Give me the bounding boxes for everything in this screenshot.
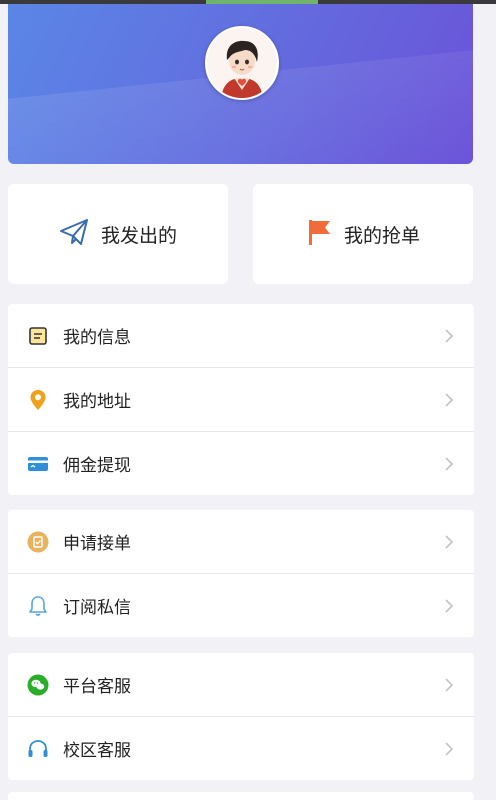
my-sent-label: 我发出的 (100, 224, 177, 247)
clipboard-check-icon (27, 531, 49, 553)
chevron-right-icon (445, 534, 454, 549)
chevron-right-icon (445, 456, 454, 471)
notepad-icon (27, 325, 49, 347)
menu-item-apply-orders[interactable]: 申请接单 (8, 510, 474, 574)
headset-icon (27, 738, 49, 760)
menu-item-label: 我的信息 (63, 328, 131, 348)
chevron-right-icon (445, 392, 454, 407)
menu-item-label: 校区客服 (63, 741, 131, 761)
menu-item-label: 佣金提现 (63, 456, 131, 476)
my-grabbed-orders-label: 我的抢单 (343, 224, 420, 247)
wechat-icon (27, 674, 49, 696)
chevron-right-icon (445, 598, 454, 613)
my-sent-button[interactable]: 我发出的 (8, 184, 228, 284)
menu-item-platform-support[interactable]: 平台客服 (8, 653, 474, 717)
chevron-right-icon (445, 741, 454, 756)
flag-icon (306, 218, 332, 250)
menu-item-campus-support[interactable]: 校区客服 (8, 717, 474, 780)
avatar[interactable] (205, 26, 279, 100)
menu-item-my-info[interactable]: 我的信息 (8, 304, 474, 368)
card-icon (27, 453, 49, 475)
avatar-illustration (207, 28, 277, 98)
menu-item-my-address[interactable]: 我的地址 (8, 368, 474, 432)
profile-header (8, 4, 473, 164)
menu-group-account: 我的信息 我的地址 佣金提现 (8, 304, 474, 495)
menu-item-label: 平台客服 (63, 677, 131, 697)
paper-plane-icon (59, 218, 89, 250)
menu-item-label: 订阅私信 (63, 598, 131, 618)
my-grabbed-orders-button[interactable]: 我的抢单 (253, 184, 473, 284)
quick-actions: 我发出的 我的抢单 (8, 184, 474, 284)
menu-item-label: 申请接单 (63, 534, 131, 554)
menu-item-subscribe-messages[interactable]: 订阅私信 (8, 574, 474, 637)
next-group-edge (8, 792, 474, 800)
menu-group-support: 平台客服 校区客服 (8, 653, 474, 780)
bell-icon (27, 595, 49, 617)
menu-item-commission-withdraw[interactable]: 佣金提现 (8, 432, 474, 495)
chevron-right-icon (445, 677, 454, 692)
menu-group-orders: 申请接单 订阅私信 (8, 510, 474, 637)
chevron-right-icon (445, 328, 454, 343)
menu-item-label: 我的地址 (63, 392, 131, 412)
location-pin-icon (27, 389, 49, 411)
